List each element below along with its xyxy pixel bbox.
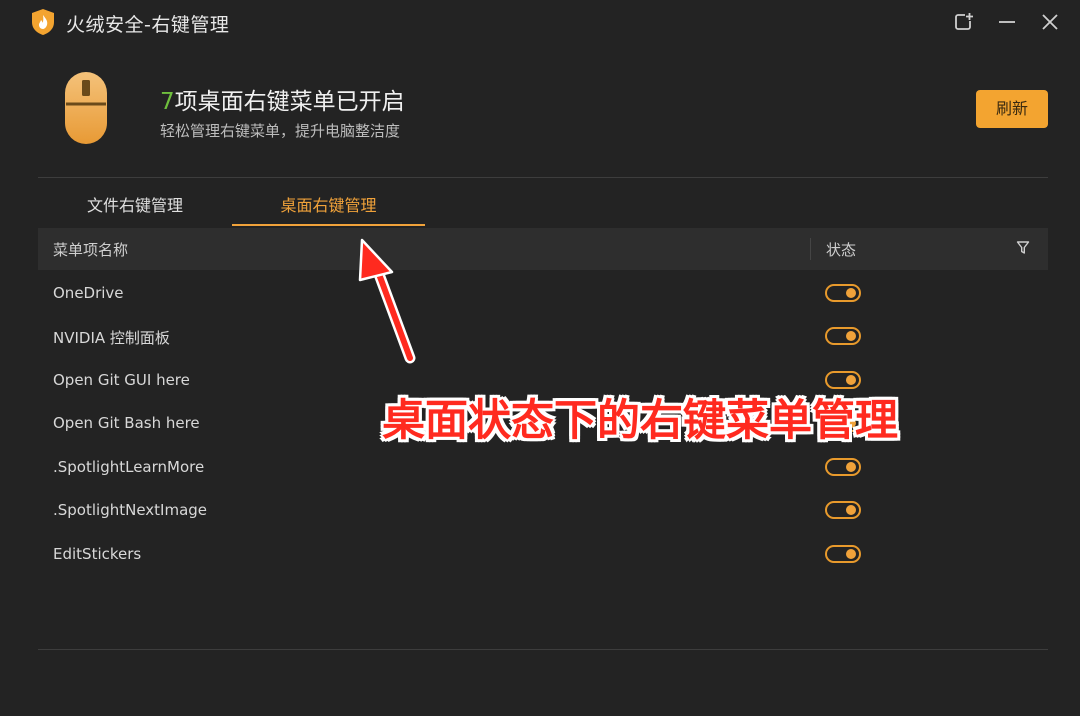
table-row: OneDrive [38, 274, 1048, 314]
column-separator [810, 238, 811, 260]
refresh-button[interactable]: 刷新 [976, 90, 1048, 128]
menu-item-name: Open Git Bash here [53, 414, 200, 432]
header-subtitle: 轻松管理右键菜单，提升电脑整洁度 [160, 122, 401, 140]
divider [38, 649, 1048, 650]
divider [38, 177, 1048, 178]
menu-item-name: Open Git GUI here [53, 371, 190, 389]
filter-icon[interactable] [1016, 240, 1030, 256]
header-title: 7项桌面右键菜单已开启 [160, 82, 405, 116]
menu-item-name: EditStickers [53, 545, 142, 563]
window-title: 火绒安全-右键管理 [66, 14, 230, 36]
close-icon[interactable] [1038, 10, 1062, 34]
header-title-text: 项桌面右键菜单已开启 [174, 89, 405, 115]
tab-file-context-menu[interactable]: 文件右键管理 [40, 192, 230, 218]
toggle-knob [846, 331, 856, 341]
table-row: .SpotlightNextImage [38, 491, 1048, 531]
table-row: EditStickers [38, 535, 1048, 575]
toggle-knob [846, 549, 856, 559]
pin-window-icon[interactable] [952, 10, 976, 34]
toggle-knob [846, 505, 856, 515]
toggle-knob [846, 288, 856, 298]
status-toggle[interactable] [825, 501, 861, 519]
tab-desktop-context-menu[interactable]: 桌面右键管理 [232, 192, 425, 218]
menu-item-name: OneDrive [53, 284, 124, 302]
menu-item-name: NVIDIA 控制面板 [53, 329, 170, 347]
mouse-icon [62, 70, 110, 146]
menu-item-name: .SpotlightNextImage [53, 501, 208, 519]
title-bar: 火绒安全-右键管理 [0, 0, 1080, 44]
column-header-status: 状态 [826, 241, 857, 259]
enabled-count: 7 [160, 89, 175, 115]
status-toggle[interactable] [825, 284, 861, 302]
huorong-shield-logo-icon [30, 8, 56, 36]
active-tab-indicator [232, 224, 425, 226]
column-header-name: 菜单项名称 [53, 241, 129, 259]
status-toggle[interactable] [825, 458, 861, 476]
table-row: NVIDIA 控制面板 [38, 317, 1048, 357]
table-header: 菜单项名称 状态 [38, 228, 1048, 270]
toggle-knob [846, 462, 856, 472]
status-toggle[interactable] [825, 327, 861, 345]
app-window: 火绒安全-右键管理 7项桌面右键菜单已开启 轻松管理右键菜单，提升电脑整洁度 刷… [0, 0, 1080, 716]
toggle-knob [846, 375, 856, 385]
table-row: .SpotlightLearnMore [38, 448, 1048, 488]
annotation-caption: 桌面状态下的右键菜单管理 [382, 396, 898, 446]
menu-item-name: .SpotlightLearnMore [53, 458, 205, 476]
status-toggle[interactable] [825, 545, 861, 563]
minimize-icon[interactable] [995, 10, 1019, 34]
annotation-arrow-icon [350, 236, 430, 366]
